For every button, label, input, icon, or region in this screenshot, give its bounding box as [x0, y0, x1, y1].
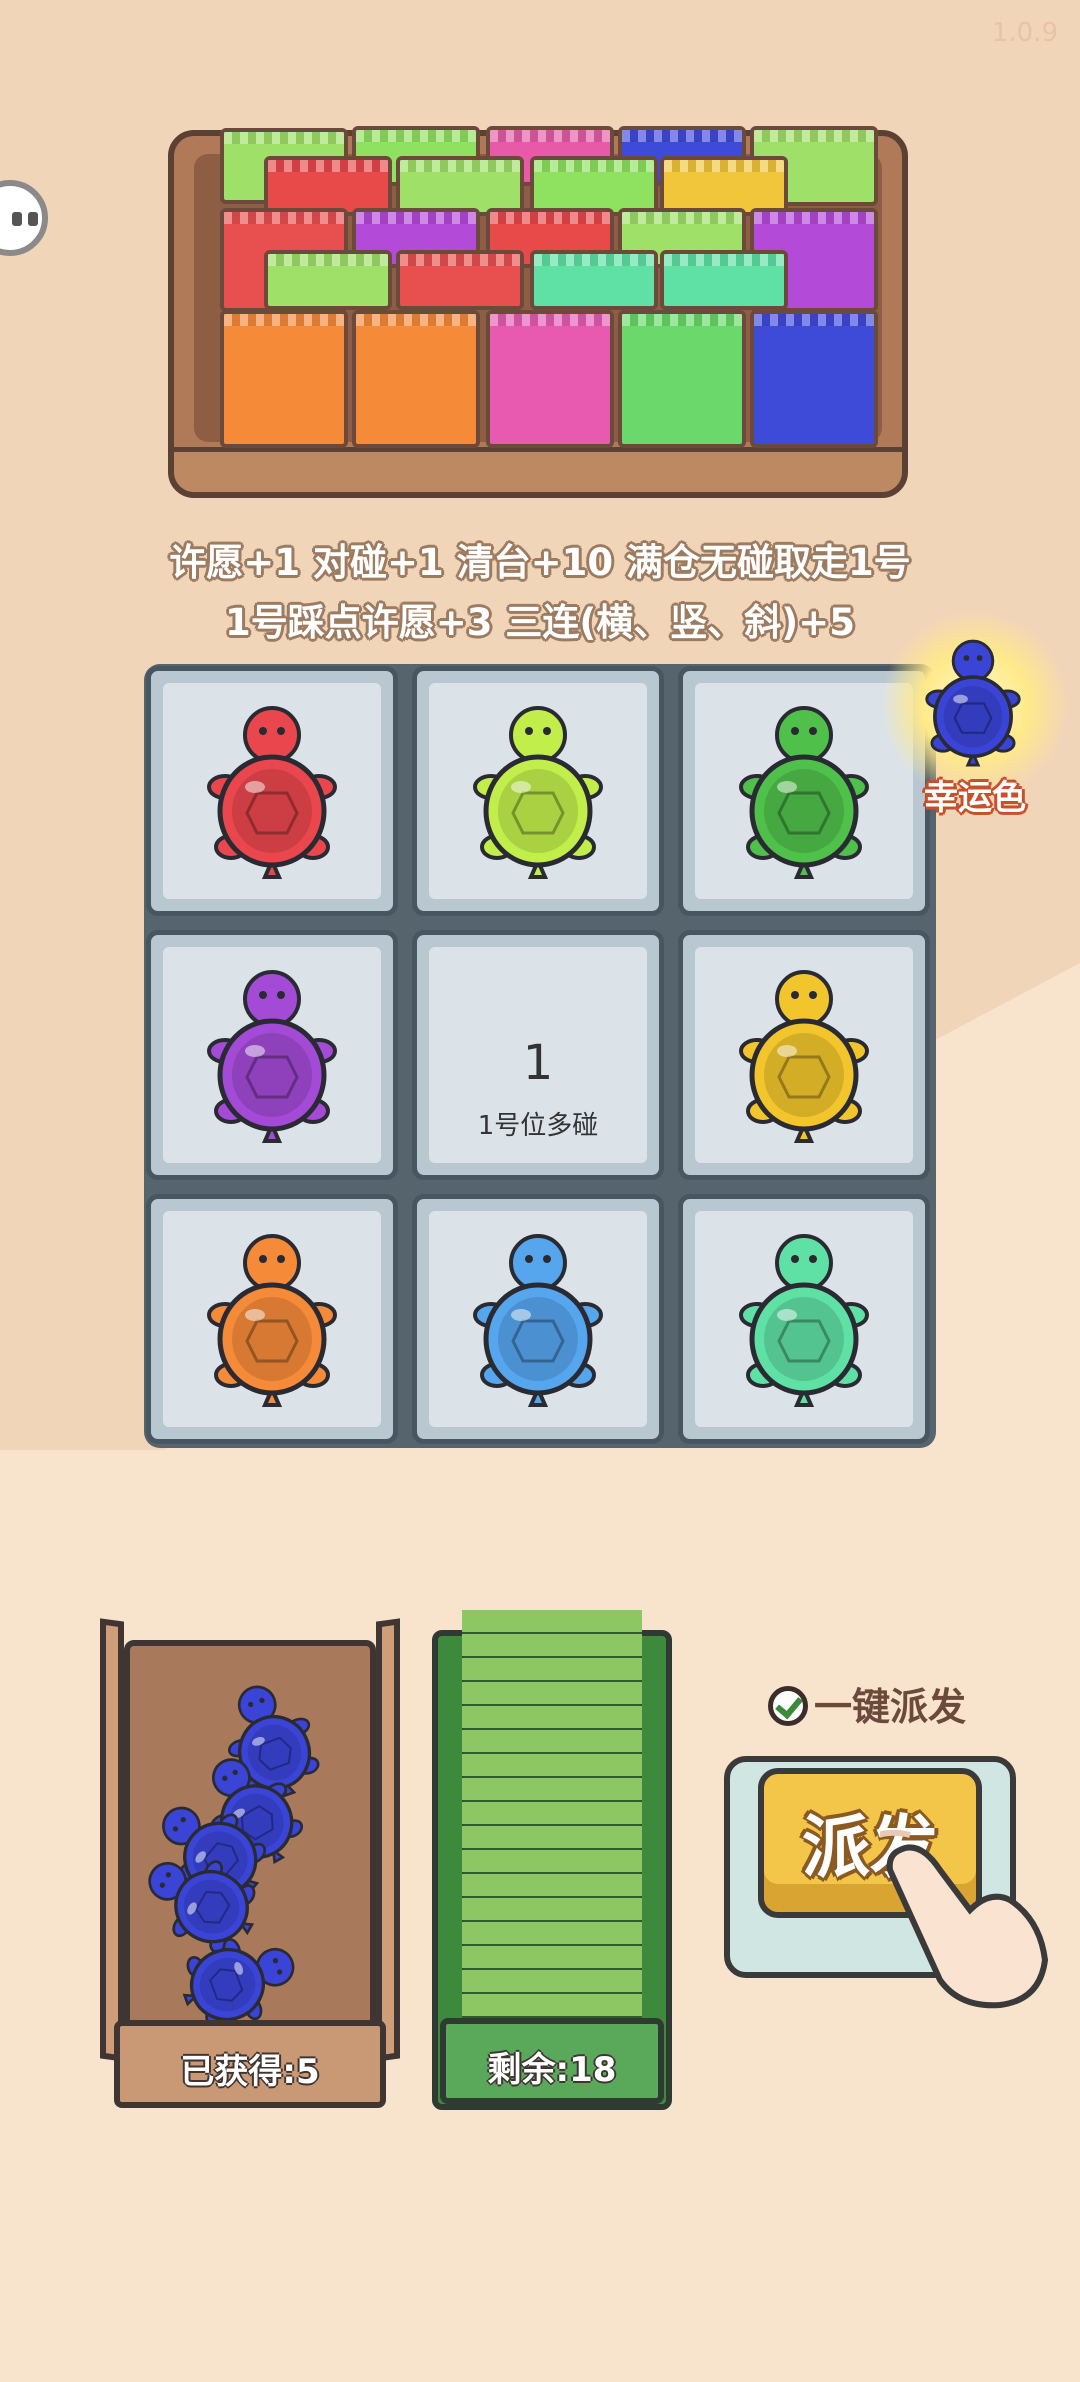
bag: [660, 156, 788, 216]
board-cell-4[interactable]: [146, 930, 398, 1180]
bag: [618, 310, 746, 448]
turtle-icon: [197, 701, 347, 881]
deck-front: 剩余:18: [440, 2018, 664, 2104]
deck-bag: [462, 1754, 642, 1780]
bag: [530, 250, 658, 310]
deck-bag: [462, 1850, 642, 1876]
board-cell-2[interactable]: [412, 666, 664, 916]
auto-dispatch-toggle[interactable]: 一键派发: [768, 1676, 966, 1731]
auto-dispatch-label: 一键派发: [814, 1685, 967, 1729]
rules-line-1: 许愿+1 对碰+1 清台+10 满仓无碰取走1号: [169, 541, 911, 584]
deck-bag: [462, 1994, 642, 2020]
checkbox-icon[interactable]: [768, 1686, 808, 1726]
tap-hand-icon: [880, 1830, 1049, 2009]
remaining-count-label: 剩余:18: [487, 2050, 617, 2090]
deck-bag: [462, 1874, 642, 1900]
board-cell-6[interactable]: [678, 930, 930, 1180]
bag: [750, 310, 878, 448]
deck-bag: [462, 1610, 642, 1636]
deck-bag: [462, 1802, 642, 1828]
deck-bag: [462, 1922, 642, 1948]
turtle-icon: [729, 965, 879, 1145]
turtle-icon: [729, 701, 879, 881]
box-flap-right: [376, 1618, 400, 2062]
lucky-turtle-icon: [918, 636, 1028, 768]
deck-bag: [462, 1634, 642, 1660]
version-label: 1.0.9: [991, 18, 1058, 48]
board-cell-1[interactable]: [146, 666, 398, 916]
game-board: 1 1号位多碰: [144, 664, 936, 1448]
collected-count-label: 已获得:5: [180, 2052, 320, 2092]
board-cell-center[interactable]: 1 1号位多碰: [412, 930, 664, 1180]
box-front: 已获得:5: [114, 2020, 386, 2108]
board-cell-9[interactable]: [678, 1194, 930, 1444]
deck-bag: [462, 1898, 642, 1924]
bag: [264, 156, 392, 216]
turtle-icon: [729, 1229, 879, 1409]
bag: [396, 250, 524, 310]
deck-bag: [462, 1682, 642, 1708]
box-flap-left: [100, 1618, 124, 2062]
bag: [530, 156, 658, 216]
turtle-icon: [197, 965, 347, 1145]
deck-bag: [462, 1778, 642, 1804]
center-slot-hint: 1号位多碰: [477, 1111, 599, 1141]
bag: [264, 250, 392, 310]
bag: [352, 310, 480, 448]
bag: [220, 310, 348, 448]
bag: [396, 156, 524, 216]
deck-bag: [462, 1946, 642, 1972]
deck-bag: [462, 1970, 642, 1996]
collected-box: 已获得:5: [100, 1618, 400, 2108]
center-slot-number: 1: [522, 1035, 554, 1091]
deck-bag: [462, 1826, 642, 1852]
deck-bag: [462, 1706, 642, 1732]
remaining-deck: 剩余:18: [432, 1600, 672, 2110]
deck-bag: [462, 1658, 642, 1684]
turtle-icon: [463, 1229, 613, 1409]
deck-bag: [462, 1730, 642, 1756]
lucky-color-label: 幸运色: [924, 778, 1026, 818]
bag: [486, 310, 614, 448]
turtle-icon: [197, 1229, 347, 1409]
crate-lip: [174, 447, 902, 492]
turtle-icon: [463, 701, 613, 881]
board-cell-7[interactable]: [146, 1194, 398, 1444]
bag: [660, 250, 788, 310]
board-cell-8[interactable]: [412, 1194, 664, 1444]
